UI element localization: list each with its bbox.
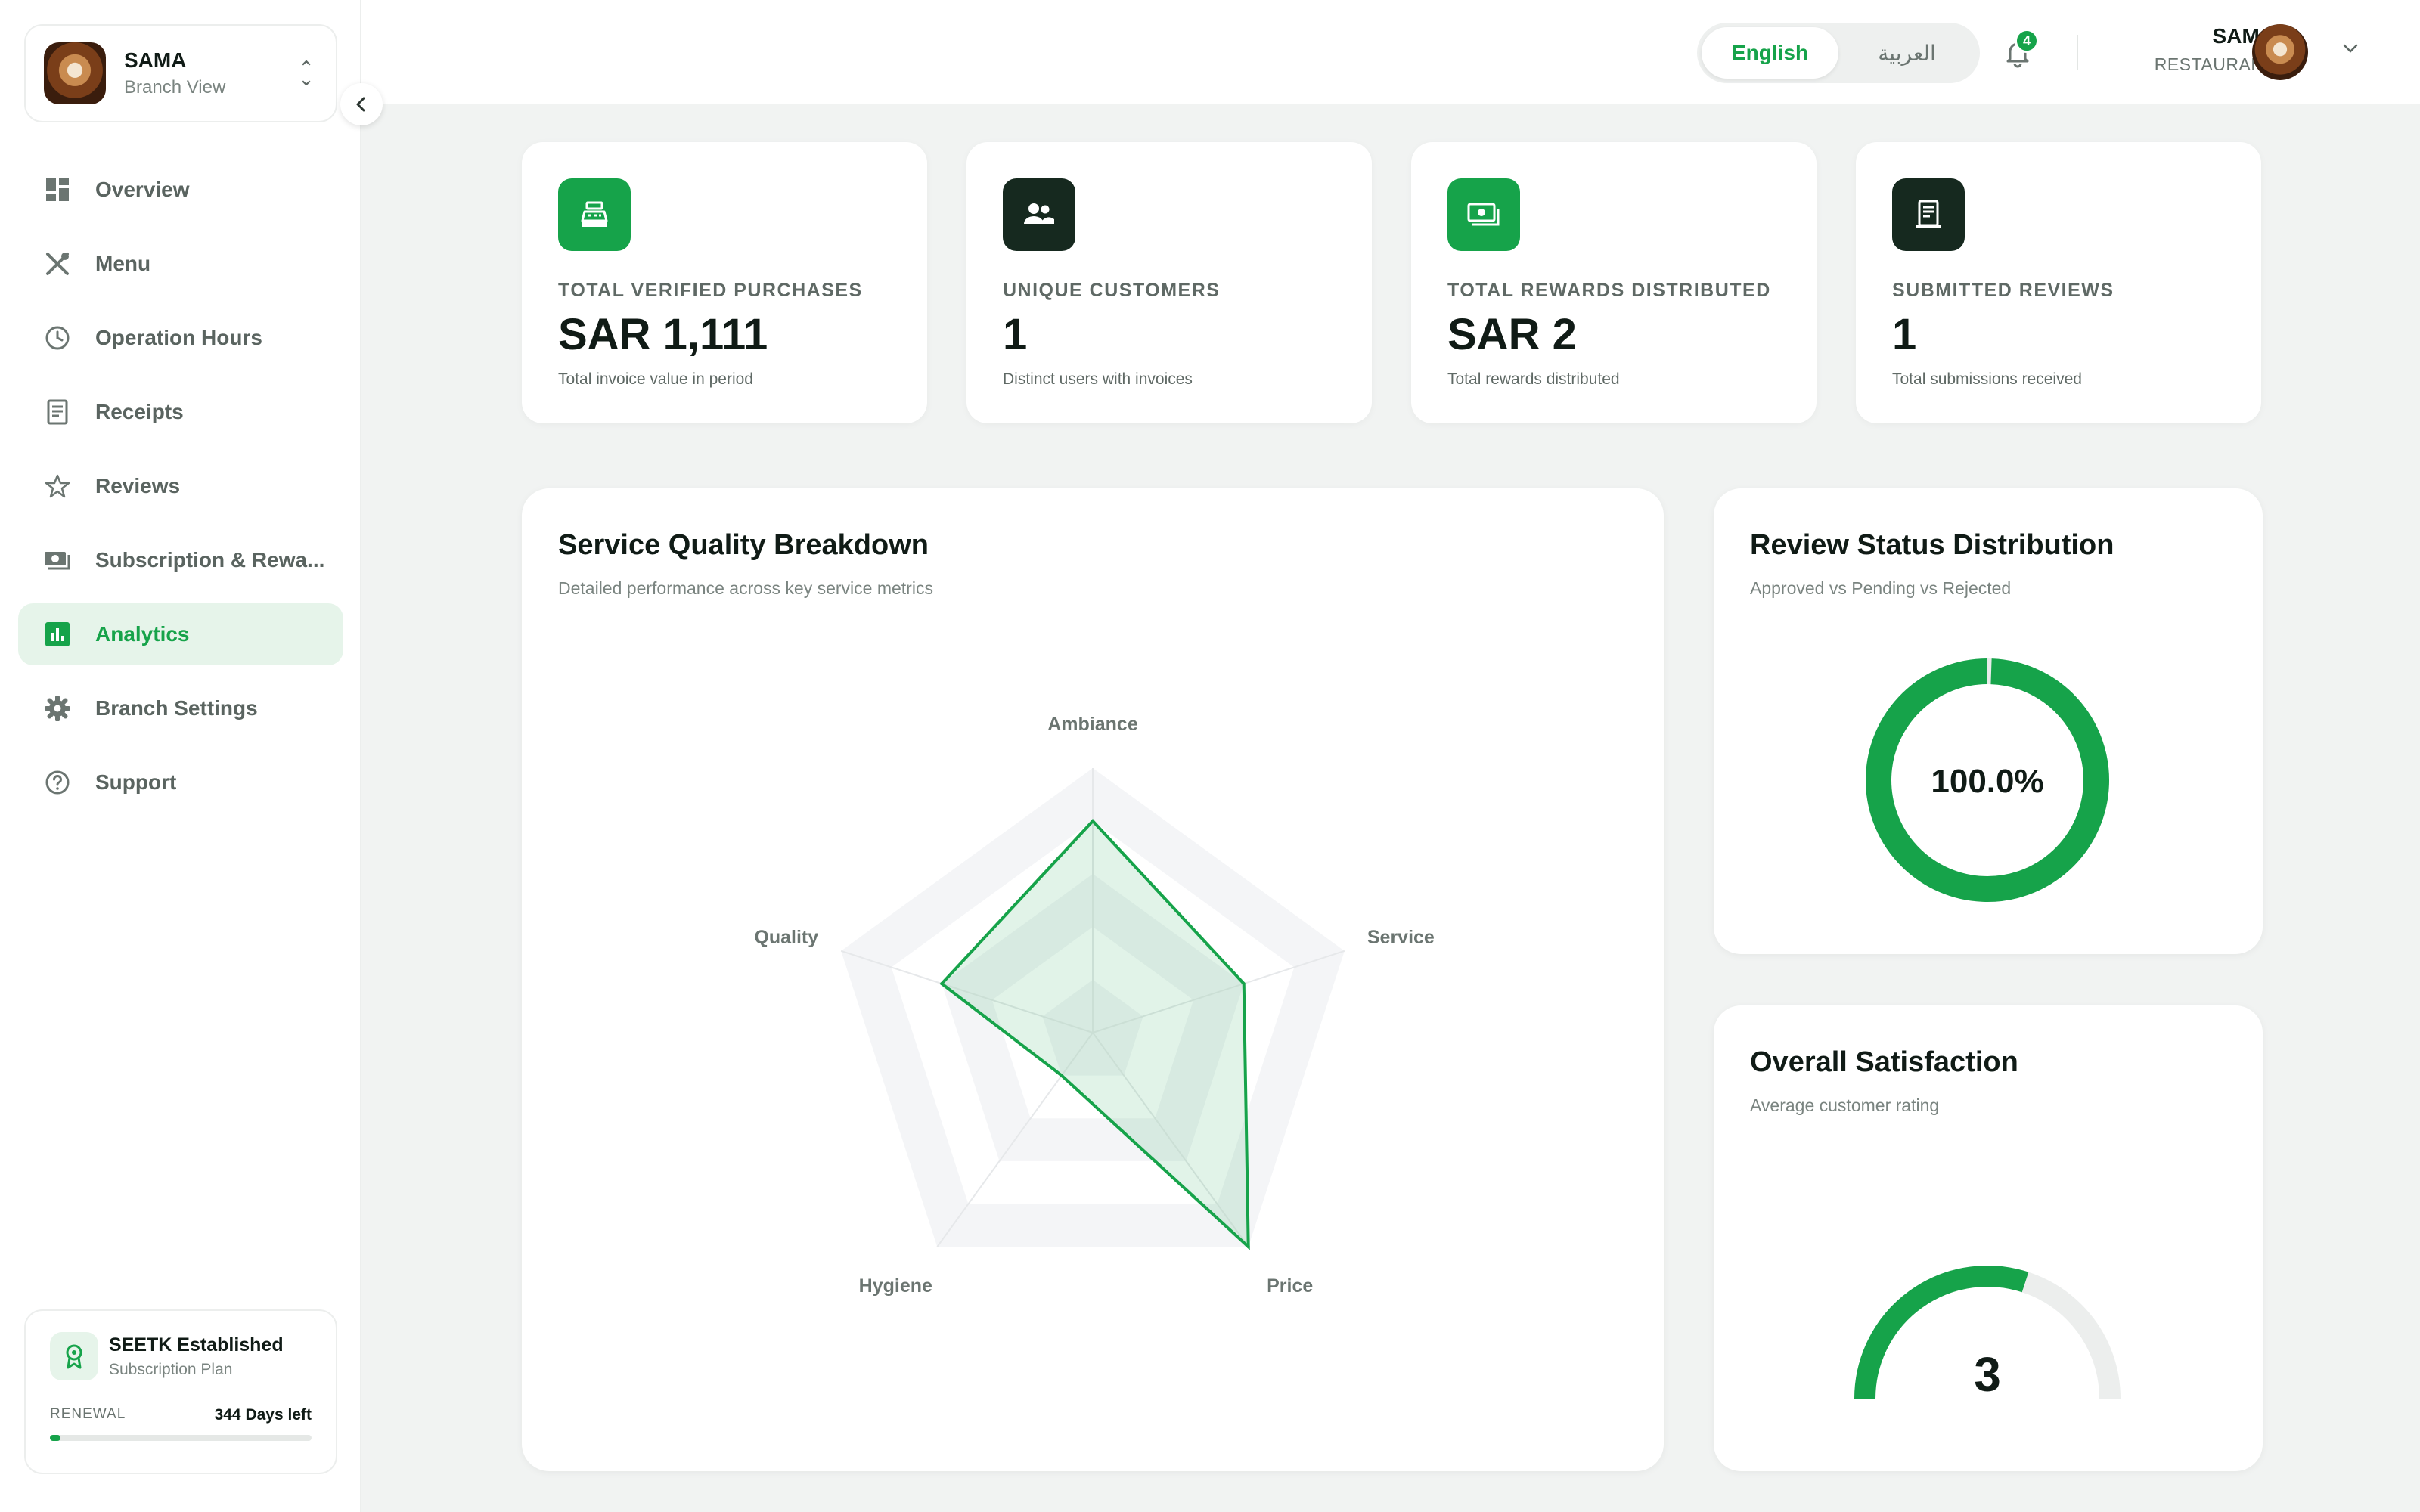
radar-point <box>1242 982 1246 986</box>
stat-description: Total submissions received <box>1892 370 2082 388</box>
sidebar-item-label: Support <box>95 770 177 794</box>
donut-chart: 100.0% <box>1866 658 2109 902</box>
plan-subtitle: Subscription Plan <box>109 1360 233 1378</box>
radar-chart: Ambiance Service Price Hygiene Quality <box>754 714 1435 1297</box>
stat-value: 1 <box>1003 310 1028 359</box>
plan-name: SEETK Established <box>109 1334 284 1356</box>
sidebar-item-receipts[interactable]: Receipts <box>18 381 343 443</box>
stat-label: TOTAL VERIFIED PURCHASES <box>558 280 863 301</box>
bar-chart-icon <box>42 619 73 649</box>
radar-point <box>940 982 944 986</box>
stat-card-unique-customers: UNIQUE CUSTOMERS 1 Distinct users with i… <box>966 142 1372 423</box>
sidebar-item-subscription-rewards[interactable]: Subscription & Rewa... <box>18 529 343 591</box>
days-left: 344 Days left <box>214 1406 312 1424</box>
sidebar-item-menu[interactable]: Menu <box>18 233 343 295</box>
sidebar-item-operation-hours[interactable]: Operation Hours <box>18 307 343 369</box>
header-divider <box>2077 35 2078 70</box>
radar-point <box>1060 1074 1063 1077</box>
radar-point <box>1246 1245 1250 1249</box>
sidebar-item-reviews[interactable]: Reviews <box>18 455 343 517</box>
chevron-down-icon[interactable] <box>2341 39 2360 63</box>
donut-center-label: 100.0% <box>1931 763 2043 800</box>
gauge-fill <box>1854 1266 2029 1399</box>
stat-value: SAR 1,111 <box>558 310 768 359</box>
stat-card-verified-purchases: TOTAL VERIFIED PURCHASES SAR 1,111 Total… <box>522 142 927 423</box>
cash-register-icon <box>558 178 631 251</box>
sidebar-item-overview[interactable]: Overview <box>18 159 343 221</box>
chevron-left-icon <box>356 97 365 112</box>
avatar[interactable] <box>2252 24 2308 80</box>
stat-value: 1 <box>1892 310 1917 359</box>
sidebar-item-label: Receipts <box>95 400 184 423</box>
service-quality-panel: Service Quality Breakdown Detailed perfo… <box>522 488 1664 1471</box>
users-icon <box>1003 178 1075 251</box>
sidebar-item-label: Branch Settings <box>95 696 258 720</box>
sidebar-item-label: Menu <box>95 252 151 275</box>
award-badge-icon <box>50 1332 98 1380</box>
grid-icon <box>42 175 73 205</box>
sidebar-item-support[interactable]: Support <box>18 751 343 813</box>
branch-name: SAMA <box>124 48 187 72</box>
money-icon <box>42 545 73 575</box>
star-icon <box>42 471 73 501</box>
sidebar-item-analytics[interactable]: Analytics <box>18 603 343 665</box>
gauge-value: 3 <box>1974 1347 2001 1402</box>
help-circle-icon <box>42 767 73 798</box>
gear-icon <box>42 693 73 723</box>
sidebar-item-label: Overview <box>95 178 190 201</box>
gauge-chart: 3 <box>1854 1266 2121 1402</box>
language-toggle: English العربية <box>1697 23 1980 83</box>
sidebar-item-label: Subscription & Rewa... <box>95 548 325 572</box>
banknote-icon <box>1447 178 1520 251</box>
user-role: RESTAURANT <box>2154 54 2275 74</box>
receipt-icon <box>42 397 73 427</box>
user-name: SAMA <box>2212 24 2275 48</box>
clock-icon <box>42 323 73 353</box>
top-header: English العربية 4 SAMA RESTAURANT <box>361 0 2420 104</box>
sidebar-item-label: Operation Hours <box>95 326 262 349</box>
branch-logo <box>44 42 106 104</box>
stat-card-submitted-reviews: SUBMITTED REVIEWS 1 Total submissions re… <box>1856 142 2261 423</box>
receipt-icon <box>1892 178 1965 251</box>
stat-description: Total rewards distributed <box>1447 370 1620 388</box>
chevron-updown-icon: ⌃ ⌄ <box>298 57 315 90</box>
renewal-progress-fill <box>50 1435 60 1441</box>
branch-switcher[interactable]: SAMA Branch View ⌃ ⌄ <box>24 24 337 122</box>
utensils-icon <box>42 249 73 279</box>
collapse-sidebar-button[interactable] <box>340 83 383 125</box>
subscription-plan-card: SEETK Established Subscription Plan RENE… <box>24 1309 337 1474</box>
sidebar-item-label: Reviews <box>95 474 181 497</box>
renewal-label: RENEWAL <box>50 1406 126 1422</box>
sidebar-item-label: Analytics <box>95 622 190 646</box>
stat-description: Distinct users with invoices <box>1003 370 1193 388</box>
branch-subtitle: Branch View <box>124 77 226 98</box>
renewal-progress-bar <box>50 1435 312 1441</box>
overall-satisfaction-panel: Overall Satisfaction Average customer ra… <box>1714 1005 2263 1471</box>
radar-axis-label: Quality <box>754 927 818 948</box>
stat-card-rewards-distributed: TOTAL REWARDS DISTRIBUTED SAR 2 Total re… <box>1411 142 1817 423</box>
stat-value: SAR 2 <box>1447 310 1577 359</box>
radar-point <box>1091 820 1094 823</box>
sidebar: SAMA Branch View ⌃ ⌄ Overview Menu Operat… <box>0 0 361 1512</box>
notification-count-badge: 4 <box>2015 29 2039 53</box>
radar-axis-label: Service <box>1367 927 1435 948</box>
stat-label: SUBMITTED REVIEWS <box>1892 280 2114 301</box>
user-menu[interactable]: SAMA RESTAURANT <box>2093 24 2275 75</box>
review-status-panel: Review Status Distribution Approved vs P… <box>1714 488 2263 954</box>
stat-label: UNIQUE CUSTOMERS <box>1003 280 1221 301</box>
radar-axis-label: Ambiance <box>1047 714 1138 735</box>
lang-english-button[interactable]: English <box>1702 27 1838 79</box>
sidebar-item-branch-settings[interactable]: Branch Settings <box>18 677 343 739</box>
radar-axis-label: Price <box>1267 1275 1313 1297</box>
lang-arabic-button[interactable]: العربية <box>1838 27 1975 79</box>
radar-axis-label: Hygiene <box>859 1275 932 1297</box>
stat-description: Total invoice value in period <box>558 370 753 388</box>
sidebar-nav: Overview Menu Operation Hours Receipts R… <box>18 159 343 826</box>
stat-label: TOTAL REWARDS DISTRIBUTED <box>1447 280 1771 301</box>
